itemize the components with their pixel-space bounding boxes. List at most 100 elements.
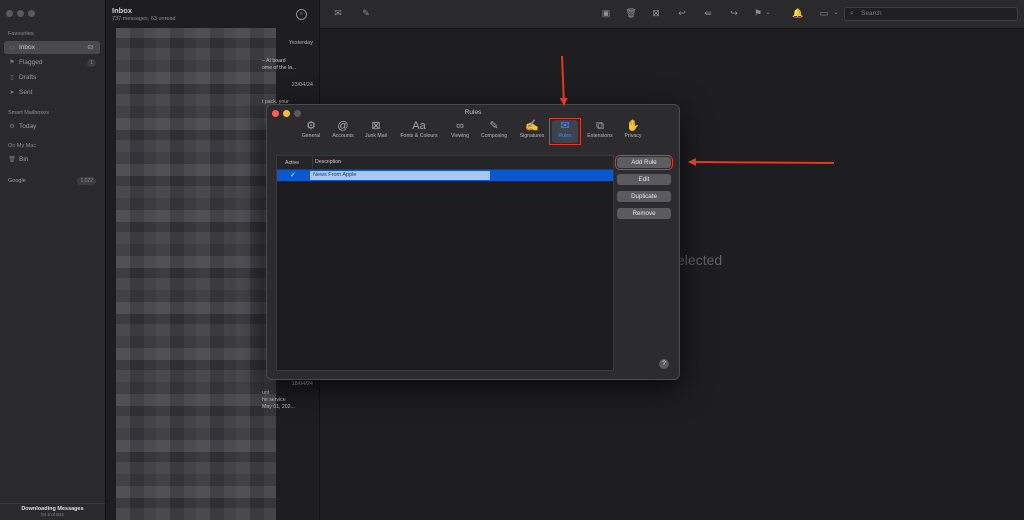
unread-badge: 63 bbox=[87, 44, 93, 51]
sent-icon: ➤ bbox=[9, 90, 15, 96]
tab-label: General bbox=[301, 133, 321, 139]
rules-table: Active Description ✓ News From Apple bbox=[276, 155, 614, 371]
tab-label: Junk Mail bbox=[365, 133, 387, 139]
favourites-heading: Favourites bbox=[8, 31, 34, 37]
tab-label: Viewing bbox=[450, 133, 470, 139]
chevron-down-icon[interactable]: ⌄ bbox=[762, 7, 774, 19]
sidebar-item-inbox[interactable]: ▭ Inbox 63 bbox=[4, 41, 100, 54]
google-badge: 1,022 bbox=[77, 176, 96, 185]
at-icon: @ bbox=[337, 120, 349, 132]
sidebar-item-label: Flagged bbox=[19, 59, 43, 66]
column-header-active[interactable]: Active bbox=[285, 160, 299, 166]
tab-accounts[interactable]: @ Accounts bbox=[329, 119, 357, 145]
archive-icon[interactable]: ▣ bbox=[600, 7, 612, 19]
dialog-title: Rules bbox=[464, 109, 482, 116]
inbox-icon: ▭ bbox=[9, 45, 15, 51]
folder-icon[interactable]: ▭ bbox=[818, 7, 830, 19]
toolbar: ✉ ✎ ▣ 🗑 ⊠ ↩ ⇚ ↪ ⚑ ⌄ 🔔 ▭ ⌄ ⌕ Search bbox=[320, 0, 1024, 29]
help-button[interactable]: ? bbox=[659, 359, 669, 369]
arrow-to-rules-tab bbox=[559, 55, 568, 106]
gear-icon: ⚙ bbox=[306, 120, 316, 132]
flagged-badge: 1 bbox=[87, 58, 96, 67]
download-status: Downloading Messages 54.2 of 644 bbox=[0, 503, 105, 520]
signature-icon: ✍ bbox=[525, 120, 539, 132]
tab-fonts-colours[interactable]: Aa Fonts & Colours bbox=[395, 119, 443, 145]
sidebar-item-sent[interactable]: ➤ Sent bbox=[4, 86, 100, 99]
window-controls bbox=[6, 10, 35, 17]
edit-rule-button[interactable]: Edit bbox=[617, 174, 671, 185]
snippet-line: – AI board bbox=[262, 58, 286, 64]
minimize-window-button[interactable] bbox=[17, 10, 24, 17]
envelope-icon[interactable]: ✉ bbox=[332, 7, 344, 19]
message-date: Yesterday bbox=[288, 40, 313, 46]
sidebar-item-today[interactable]: ⚙ Today bbox=[4, 120, 100, 133]
active-checkbox[interactable]: ✓ bbox=[290, 171, 296, 179]
fonts-icon: Aa bbox=[412, 120, 426, 132]
trash-icon[interactable]: 🗑 bbox=[625, 7, 637, 19]
chevron-down-icon[interactable]: ⌄ bbox=[830, 7, 842, 19]
rules-preferences-dialog: Rules ⚙ General @ Accounts ⊠ Junk Mail A… bbox=[266, 104, 680, 380]
tab-extensions[interactable]: ⧉ Extensions bbox=[583, 119, 617, 145]
tab-composing[interactable]: ✎ Composing bbox=[477, 119, 511, 145]
junk-mail-icon: ⊠ bbox=[371, 120, 381, 132]
mail-app-window: Favourites ▭ Inbox 63 ⚑ Flagged 1 ▯ Draf… bbox=[0, 0, 1024, 520]
sidebar-item-label: Sent bbox=[19, 89, 33, 96]
tab-rules[interactable]: ✉ Rules bbox=[551, 119, 579, 145]
gear-icon: ⚙ bbox=[9, 124, 15, 130]
sidebar: Favourites ▭ Inbox 63 ⚑ Flagged 1 ▯ Draf… bbox=[0, 0, 106, 520]
reply-icon[interactable]: ↩ bbox=[676, 7, 688, 19]
filter-icon[interactable]: ≡ bbox=[296, 9, 307, 20]
message-list-header: Inbox 737 messages, 63 unread bbox=[112, 6, 176, 22]
tab-general[interactable]: ⚙ General bbox=[297, 119, 325, 145]
remove-rule-button[interactable]: Remove bbox=[617, 208, 671, 219]
rules-icon: ✉ bbox=[560, 120, 570, 132]
mailbox-title: Inbox bbox=[112, 6, 132, 15]
sidebar-item-label: Google bbox=[8, 177, 26, 184]
sidebar-item-label: Inbox bbox=[19, 44, 35, 51]
tab-label: Composing bbox=[480, 133, 508, 139]
tab-privacy[interactable]: ✋ Privacy bbox=[619, 119, 647, 145]
smart-mailboxes-heading: Smart Mailboxes bbox=[8, 110, 49, 116]
search-field[interactable]: ⌕ Search bbox=[844, 7, 1018, 21]
tab-label: Signatures bbox=[519, 133, 545, 139]
search-icon: ⌕ bbox=[850, 10, 854, 17]
status-progress: 54.2 of 644 bbox=[41, 512, 64, 517]
tab-label: Privacy bbox=[624, 133, 642, 139]
snippet-line: May 01, 202... bbox=[262, 404, 295, 410]
forward-icon[interactable]: ↪ bbox=[728, 7, 740, 19]
bell-icon[interactable]: 🔔 bbox=[792, 7, 804, 19]
extensions-icon: ⧉ bbox=[596, 120, 604, 132]
snippet-line: he service bbox=[262, 397, 286, 403]
junk-icon[interactable]: ⊠ bbox=[650, 7, 662, 19]
pixelated-message-previews bbox=[116, 28, 276, 520]
sidebar-item-label: Drafts bbox=[19, 74, 37, 81]
table-row[interactable]: ✓ News From Apple bbox=[277, 170, 613, 181]
sidebar-item-google[interactable]: Google 1,022 bbox=[4, 174, 100, 187]
tab-label: Rules bbox=[558, 133, 572, 139]
hand-icon: ✋ bbox=[626, 120, 640, 132]
reply-all-icon[interactable]: ⇚ bbox=[702, 7, 714, 19]
duplicate-rule-button[interactable]: Duplicate bbox=[617, 191, 671, 202]
zoom-window-button[interactable] bbox=[28, 10, 35, 17]
rule-description[interactable]: News From Apple bbox=[310, 171, 490, 180]
message-snippet[interactable]: – AI board ome of the la... bbox=[262, 58, 296, 72]
table-header: Active Description bbox=[277, 156, 613, 170]
search-placeholder: Search bbox=[861, 10, 882, 17]
mailbox-count: 737 messages, 63 unread bbox=[112, 16, 176, 22]
add-rule-button[interactable]: Add Rule bbox=[615, 155, 673, 170]
message-snippet[interactable]: unt he service May 01, 202... bbox=[262, 390, 295, 411]
tab-signatures[interactable]: ✍ Signatures bbox=[515, 119, 549, 145]
sidebar-item-bin[interactable]: 🗑 Bin bbox=[4, 153, 100, 166]
tab-viewing[interactable]: ∞ Viewing bbox=[446, 119, 474, 145]
sidebar-item-drafts[interactable]: ▯ Drafts bbox=[4, 71, 100, 84]
tab-label: Fonts & Colours bbox=[400, 133, 438, 139]
column-header-description[interactable]: Description bbox=[312, 156, 341, 169]
tab-junk-mail[interactable]: ⊠ Junk Mail bbox=[362, 119, 390, 145]
compose-icon[interactable]: ✎ bbox=[360, 7, 372, 19]
sidebar-item-label: Today bbox=[19, 123, 37, 130]
flag-icon: ⚑ bbox=[9, 60, 15, 66]
close-window-button[interactable] bbox=[6, 10, 13, 17]
sidebar-item-flagged[interactable]: ⚑ Flagged 1 bbox=[4, 56, 100, 69]
tab-label: Extensions bbox=[587, 133, 613, 139]
arrow-to-add-rule-button bbox=[688, 158, 835, 167]
